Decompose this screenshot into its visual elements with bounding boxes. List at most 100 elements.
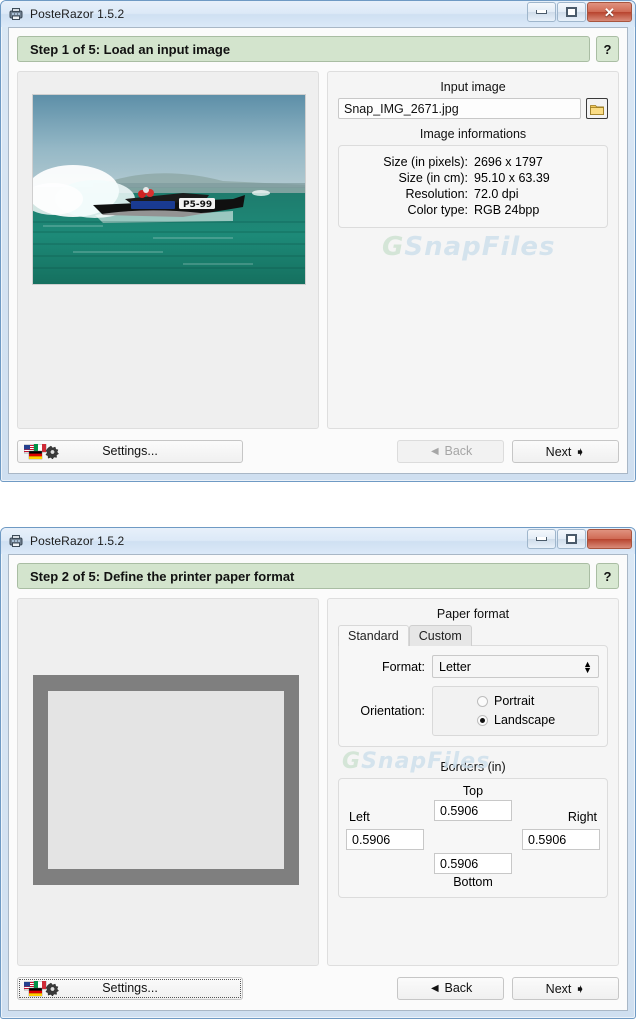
format-row: Format: Letter ▲ ▼ xyxy=(347,655,599,678)
bottom-toolbar-step1: Settings... ◄ Back Next ➧ xyxy=(17,436,619,466)
settings-button-label: Settings... xyxy=(102,444,158,458)
language-flags-icon xyxy=(24,980,59,996)
posterazor-window-step1: PosteRazor 1.5.2 ✕ Step 1 of 5: Load an … xyxy=(0,0,636,482)
radio-landscape[interactable]: Landscape xyxy=(433,711,598,730)
input-image-path-field[interactable]: Snap_IMG_2671.jpg xyxy=(338,98,581,119)
info-value: 2696 x 1797 xyxy=(474,155,543,169)
titlebar[interactable]: PosteRazor 1.5.2 ✕ xyxy=(1,1,635,27)
format-label: Format: xyxy=(381,659,425,674)
step-header-row: Step 2 of 5: Define the printer paper fo… xyxy=(9,555,627,589)
minimize-button[interactable] xyxy=(527,2,556,22)
nav-buttons: ◄ Back Next ➧ xyxy=(397,976,619,1000)
next-button[interactable]: Next ➧ xyxy=(512,439,619,463)
radio-landscape-label: Landscape xyxy=(494,713,556,727)
border-top-input[interactable]: 0.5906 xyxy=(434,800,512,821)
borders-box: Top 0.5906 Left 0.5906 Right 0.5906 0.59… xyxy=(338,778,608,898)
borders-group-label: Borders (in) xyxy=(440,760,506,774)
client-area-step1: Step 1 of 5: Load an input image ? P5-99… xyxy=(8,27,628,474)
watermark-text: SnapFiles xyxy=(404,232,556,262)
app-icon xyxy=(8,533,24,549)
info-row: Color type: RGB 24bpp xyxy=(345,202,601,218)
border-right-input[interactable]: 0.5906 xyxy=(522,829,600,850)
close-button[interactable]: ✕ xyxy=(587,2,632,22)
settings-button[interactable]: Settings... xyxy=(17,976,243,1000)
input-image-preview: P5-99 xyxy=(32,94,306,285)
maximize-button[interactable] xyxy=(557,2,586,22)
back-button[interactable]: ◄ Back xyxy=(397,439,504,463)
split-panes-step2: GSnapFiles Paper format Standard Custom … xyxy=(17,598,619,966)
info-value: 95.10 x 63.39 xyxy=(474,171,550,185)
bottom-toolbar-step2: Settings... ◄ Back Next ➧ xyxy=(17,973,619,1003)
image-info-group-label: Image informations xyxy=(419,127,527,141)
paper-sheet-preview xyxy=(33,675,299,885)
format-selected-value: Letter xyxy=(439,659,471,674)
paper-format-group-label: Paper format xyxy=(436,607,510,621)
snapfiles-watermark: GSnapFiles xyxy=(382,232,555,262)
input-image-group-label: Input image xyxy=(440,80,506,94)
border-bottom-input[interactable]: 0.5906 xyxy=(434,853,512,874)
watermark-logo: G xyxy=(382,232,405,262)
tab-standard[interactable]: Standard xyxy=(338,625,409,646)
close-icon: ✕ xyxy=(604,4,615,20)
radio-landscape-indicator xyxy=(477,715,488,726)
info-value: RGB 24bpp xyxy=(474,203,540,217)
image-info-box: Size (in pixels): 2696 x 1797 Size (in c… xyxy=(338,145,608,228)
settings-button[interactable]: Settings... xyxy=(17,439,243,463)
settings-button-label: Settings... xyxy=(102,981,158,995)
paper-format-panel: GSnapFiles Paper format Standard Custom … xyxy=(327,598,619,966)
border-bottom-label: Bottom xyxy=(453,875,493,889)
radio-portrait-indicator xyxy=(477,696,488,707)
caption-buttons xyxy=(527,529,632,549)
step-banner: Step 1 of 5: Load an input image xyxy=(17,36,590,62)
help-button[interactable]: ? xyxy=(596,563,619,589)
image-settings-panel: GSnapFiles Input image Snap_IMG_2671.jpg… xyxy=(327,71,619,429)
border-left-label: Left xyxy=(349,810,370,824)
orientation-label: Orientation: xyxy=(360,704,425,718)
maximize-button[interactable] xyxy=(557,529,586,549)
nav-buttons: ◄ Back Next ➧ xyxy=(397,439,619,463)
posterazor-window-step2: PosteRazor 1.5.2 Step 2 of 5: Define the… xyxy=(0,527,636,1019)
orientation-radio-group: Portrait Landscape xyxy=(432,686,599,736)
help-button[interactable]: ? xyxy=(596,36,619,62)
speedboat-photo: P5-99 xyxy=(33,95,305,284)
info-label: Size (in cm): xyxy=(398,171,468,185)
browse-folder-button[interactable] xyxy=(586,98,608,119)
step-header-row: Step 1 of 5: Load an input image ? xyxy=(9,28,627,62)
window-title: PosteRazor 1.5.2 xyxy=(30,534,125,548)
radio-portrait-label: Portrait xyxy=(494,694,535,708)
paper-printable-area xyxy=(48,691,284,869)
back-button[interactable]: ◄ Back xyxy=(397,976,504,1000)
standard-tab-body: Format: Letter ▲ ▼ Orientation: Portrait… xyxy=(338,645,608,747)
step-banner: Step 2 of 5: Define the printer paper fo… xyxy=(17,563,590,589)
app-icon xyxy=(8,6,24,22)
radio-portrait[interactable]: Portrait xyxy=(433,692,598,711)
info-row: Resolution: 72.0 dpi xyxy=(345,186,601,202)
info-label: Color type: xyxy=(407,203,468,217)
close-button[interactable] xyxy=(587,529,632,549)
info-row: Size (in cm): 95.10 x 63.39 xyxy=(345,170,601,186)
svg-text:P5-99: P5-99 xyxy=(183,200,212,210)
folder-icon xyxy=(590,104,604,115)
paper-preview-panel xyxy=(17,598,319,966)
tab-custom[interactable]: Custom xyxy=(408,625,472,646)
border-right-label: Right xyxy=(567,810,597,824)
minimize-button[interactable] xyxy=(527,529,556,549)
split-panes-step1: P5-99 GSnapFiles Input image Snap_IMG_26… xyxy=(17,71,619,429)
next-button[interactable]: Next ➧ xyxy=(512,976,619,1000)
format-select[interactable]: Letter ▲ ▼ xyxy=(432,655,599,678)
language-flags-icon xyxy=(24,443,59,459)
paper-format-tabs: Standard Custom xyxy=(328,625,618,646)
info-row: Size (in pixels): 2696 x 1797 xyxy=(345,154,601,170)
screen: PosteRazor 1.5.2 ✕ Step 1 of 5: Load an … xyxy=(0,0,636,1019)
border-left-input[interactable]: 0.5906 xyxy=(346,829,424,850)
info-label: Resolution: xyxy=(405,187,468,201)
caption-buttons: ✕ xyxy=(527,2,632,22)
image-preview-panel: P5-99 xyxy=(17,71,319,429)
border-top-label: Top xyxy=(462,784,484,798)
chevron-updown-icon: ▲ ▼ xyxy=(583,658,592,675)
window-title: PosteRazor 1.5.2 xyxy=(30,7,125,21)
info-value: 72.0 dpi xyxy=(474,187,519,201)
titlebar[interactable]: PosteRazor 1.5.2 xyxy=(1,528,635,554)
info-label: Size (in pixels): xyxy=(383,155,468,169)
client-area-step2: Step 2 of 5: Define the printer paper fo… xyxy=(8,554,628,1011)
